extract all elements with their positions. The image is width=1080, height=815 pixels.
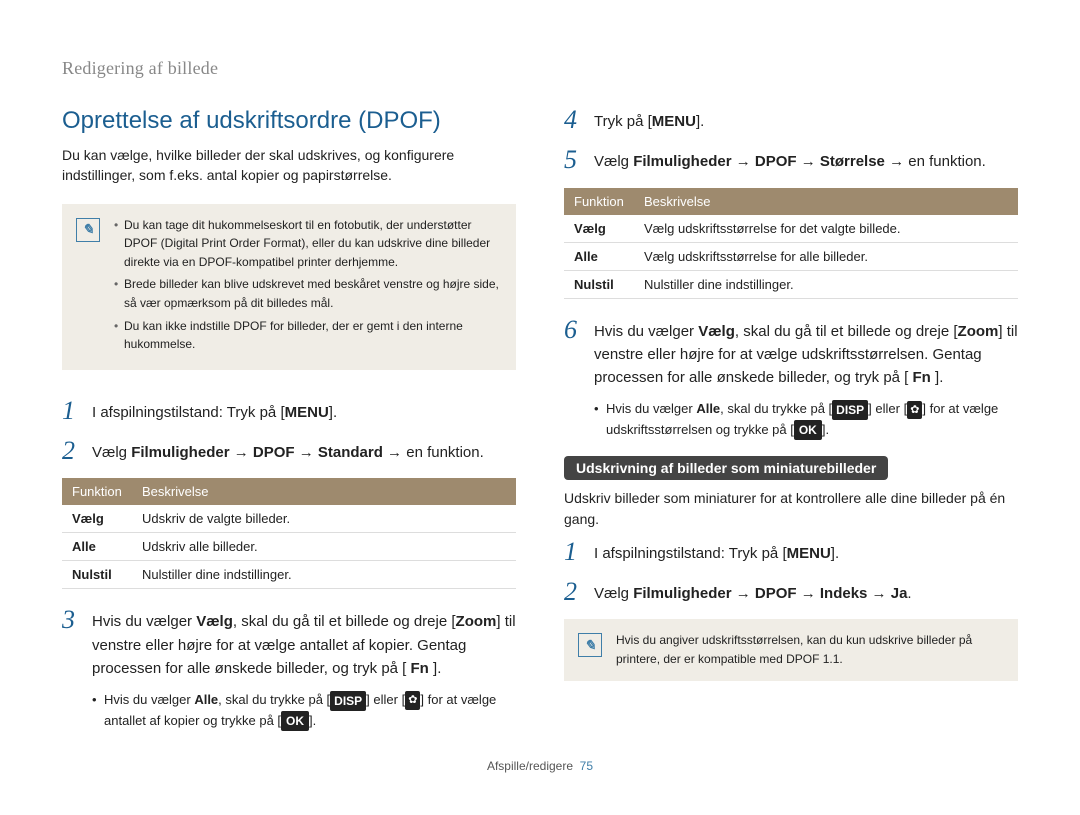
step-text: I afspilningstilstand: Tryk på MENU. xyxy=(92,398,337,424)
steps-right: 4 Tryk på MENU. 5 Vælg Filmuligheder → D… xyxy=(564,107,1018,174)
note-icon: ✎ xyxy=(578,633,602,657)
page-footer: Afspille/redigere 75 xyxy=(62,759,1018,773)
step: 2 Vælg Filmuligheder → DPOF → Standard →… xyxy=(62,438,516,464)
menu-button-icon: MENU xyxy=(280,401,333,424)
disp-button-icon: DISP xyxy=(330,691,366,711)
step: 3 Hvis du vælger Vælg, skal du gå til et… xyxy=(62,607,516,731)
step-number: 3 xyxy=(62,607,80,731)
table-header: Funktion xyxy=(564,188,634,215)
step-number: 1 xyxy=(62,398,80,424)
mini-desc: Udskriv billeder som miniaturer for at k… xyxy=(564,488,1018,529)
step-text: Hvis du vælger Vælg, skal du gå til et b… xyxy=(92,607,516,731)
step-number: 6 xyxy=(564,317,582,441)
table-row: VælgUdskriv de valgte billeder. xyxy=(62,505,516,533)
step-text: Vælg Filmuligheder → DPOF → Standard → e… xyxy=(92,438,484,464)
footer-section: Afspille/redigere xyxy=(487,759,573,773)
step: 6 Hvis du vælger Vælg, skal du gå til et… xyxy=(564,317,1018,441)
breadcrumb: Redigering af billede xyxy=(62,58,1018,79)
left-column: Oprettelse af udskriftsordre (DPOF) Du k… xyxy=(62,107,516,745)
step: 1 I afspilningstilstand: Tryk på MENU. xyxy=(564,539,1018,565)
table-row: NulstilNulstiller dine indstillinger. xyxy=(62,561,516,589)
table-row: AlleUdskriv alle billeder. xyxy=(62,533,516,561)
sub-item: Hvis du vælger Alle, skal du trykke på [… xyxy=(92,690,516,731)
sub-bullets: Hvis du vælger Alle, skal du trykke på [… xyxy=(92,690,516,731)
macro-button-icon: ✿ xyxy=(907,401,922,420)
mini-steps: 1 I afspilningstilstand: Tryk på MENU. 2… xyxy=(564,539,1018,606)
steps-left: 1 I afspilningstilstand: Tryk på MENU. 2… xyxy=(62,398,516,465)
page: Redigering af billede Oprettelse af udsk… xyxy=(0,0,1080,773)
step: 1 I afspilningstilstand: Tryk på MENU. xyxy=(62,398,516,424)
note-item: Brede billeder kan blive udskrevet med b… xyxy=(114,275,502,312)
sub-bullets: Hvis du vælger Alle, skal du trykke på [… xyxy=(594,399,1018,440)
table-header: Funktion xyxy=(62,478,132,505)
table-header: Beskrivelse xyxy=(634,188,1018,215)
content-columns: Oprettelse af udskriftsordre (DPOF) Du k… xyxy=(62,107,1018,745)
step-text: Tryk på MENU. xyxy=(594,107,704,133)
step-number: 2 xyxy=(62,438,80,464)
step-number: 1 xyxy=(564,539,582,565)
ok-button-icon: OK xyxy=(281,711,309,731)
step: 5 Vælg Filmuligheder → DPOF → Størrelse … xyxy=(564,147,1018,173)
note-box-2: ✎ Hvis du angiver udskriftsstørrelsen, k… xyxy=(564,619,1018,680)
note-item: Du kan tage dit hukommelseskort til en f… xyxy=(114,216,502,272)
menu-button-icon: MENU xyxy=(648,110,701,133)
fn-button-icon: Fn xyxy=(904,366,939,389)
function-table-1: Funktion Beskrivelse VælgUdskriv de valg… xyxy=(62,478,516,589)
step-text: Vælg Filmuligheder → DPOF → Indeks → Ja. xyxy=(594,579,912,605)
sub-item: Hvis du vælger Alle, skal du trykke på [… xyxy=(594,399,1018,440)
function-table-2: Funktion Beskrivelse VælgVælg udskriftss… xyxy=(564,188,1018,299)
steps-right-continued: 6 Hvis du vælger Vælg, skal du gå til et… xyxy=(564,317,1018,441)
step: 4 Tryk på MENU. xyxy=(564,107,1018,133)
ok-button-icon: OK xyxy=(794,420,822,440)
section-title: Oprettelse af udskriftsordre (DPOF) xyxy=(62,107,516,135)
table-row: AlleVælg udskriftsstørrelse for alle bil… xyxy=(564,242,1018,270)
table-row: NulstilNulstiller dine indstillinger. xyxy=(564,270,1018,298)
note-text: Hvis du angiver udskriftsstørrelsen, kan… xyxy=(616,631,1004,668)
note-item: Du kan ikke indstille DPOF for billeder,… xyxy=(114,317,502,354)
right-column: 4 Tryk på MENU. 5 Vælg Filmuligheder → D… xyxy=(564,107,1018,745)
note-icon: ✎ xyxy=(76,218,100,242)
disp-button-icon: DISP xyxy=(832,400,868,420)
intro-paragraph: Du kan vælge, hvilke billeder der skal u… xyxy=(62,145,516,186)
steps-left-continued: 3 Hvis du vælger Vælg, skal du gå til et… xyxy=(62,607,516,731)
note-box-1: ✎ Du kan tage dit hukommelseskort til en… xyxy=(62,204,516,370)
step-text: Vælg Filmuligheder → DPOF → Størrelse → … xyxy=(594,147,986,173)
table-header: Beskrivelse xyxy=(132,478,516,505)
menu-button-icon: MENU xyxy=(782,542,835,565)
step-text: Hvis du vælger Vælg, skal du gå til et b… xyxy=(594,317,1018,441)
footer-page-number: 75 xyxy=(580,759,593,773)
step: 2 Vælg Filmuligheder → DPOF → Indeks → J… xyxy=(564,579,1018,605)
table-row: VælgVælg udskriftsstørrelse for det valg… xyxy=(564,215,1018,243)
note-list: Du kan tage dit hukommelseskort til en f… xyxy=(114,216,502,358)
macro-button-icon: ✿ xyxy=(405,691,420,710)
step-number: 2 xyxy=(564,579,582,605)
subsection-pill: Udskrivning af billeder som miniaturebil… xyxy=(564,456,888,480)
fn-button-icon: Fn xyxy=(402,657,437,680)
step-number: 4 xyxy=(564,107,582,133)
step-text: I afspilningstilstand: Tryk på MENU. xyxy=(594,539,839,565)
step-number: 5 xyxy=(564,147,582,173)
